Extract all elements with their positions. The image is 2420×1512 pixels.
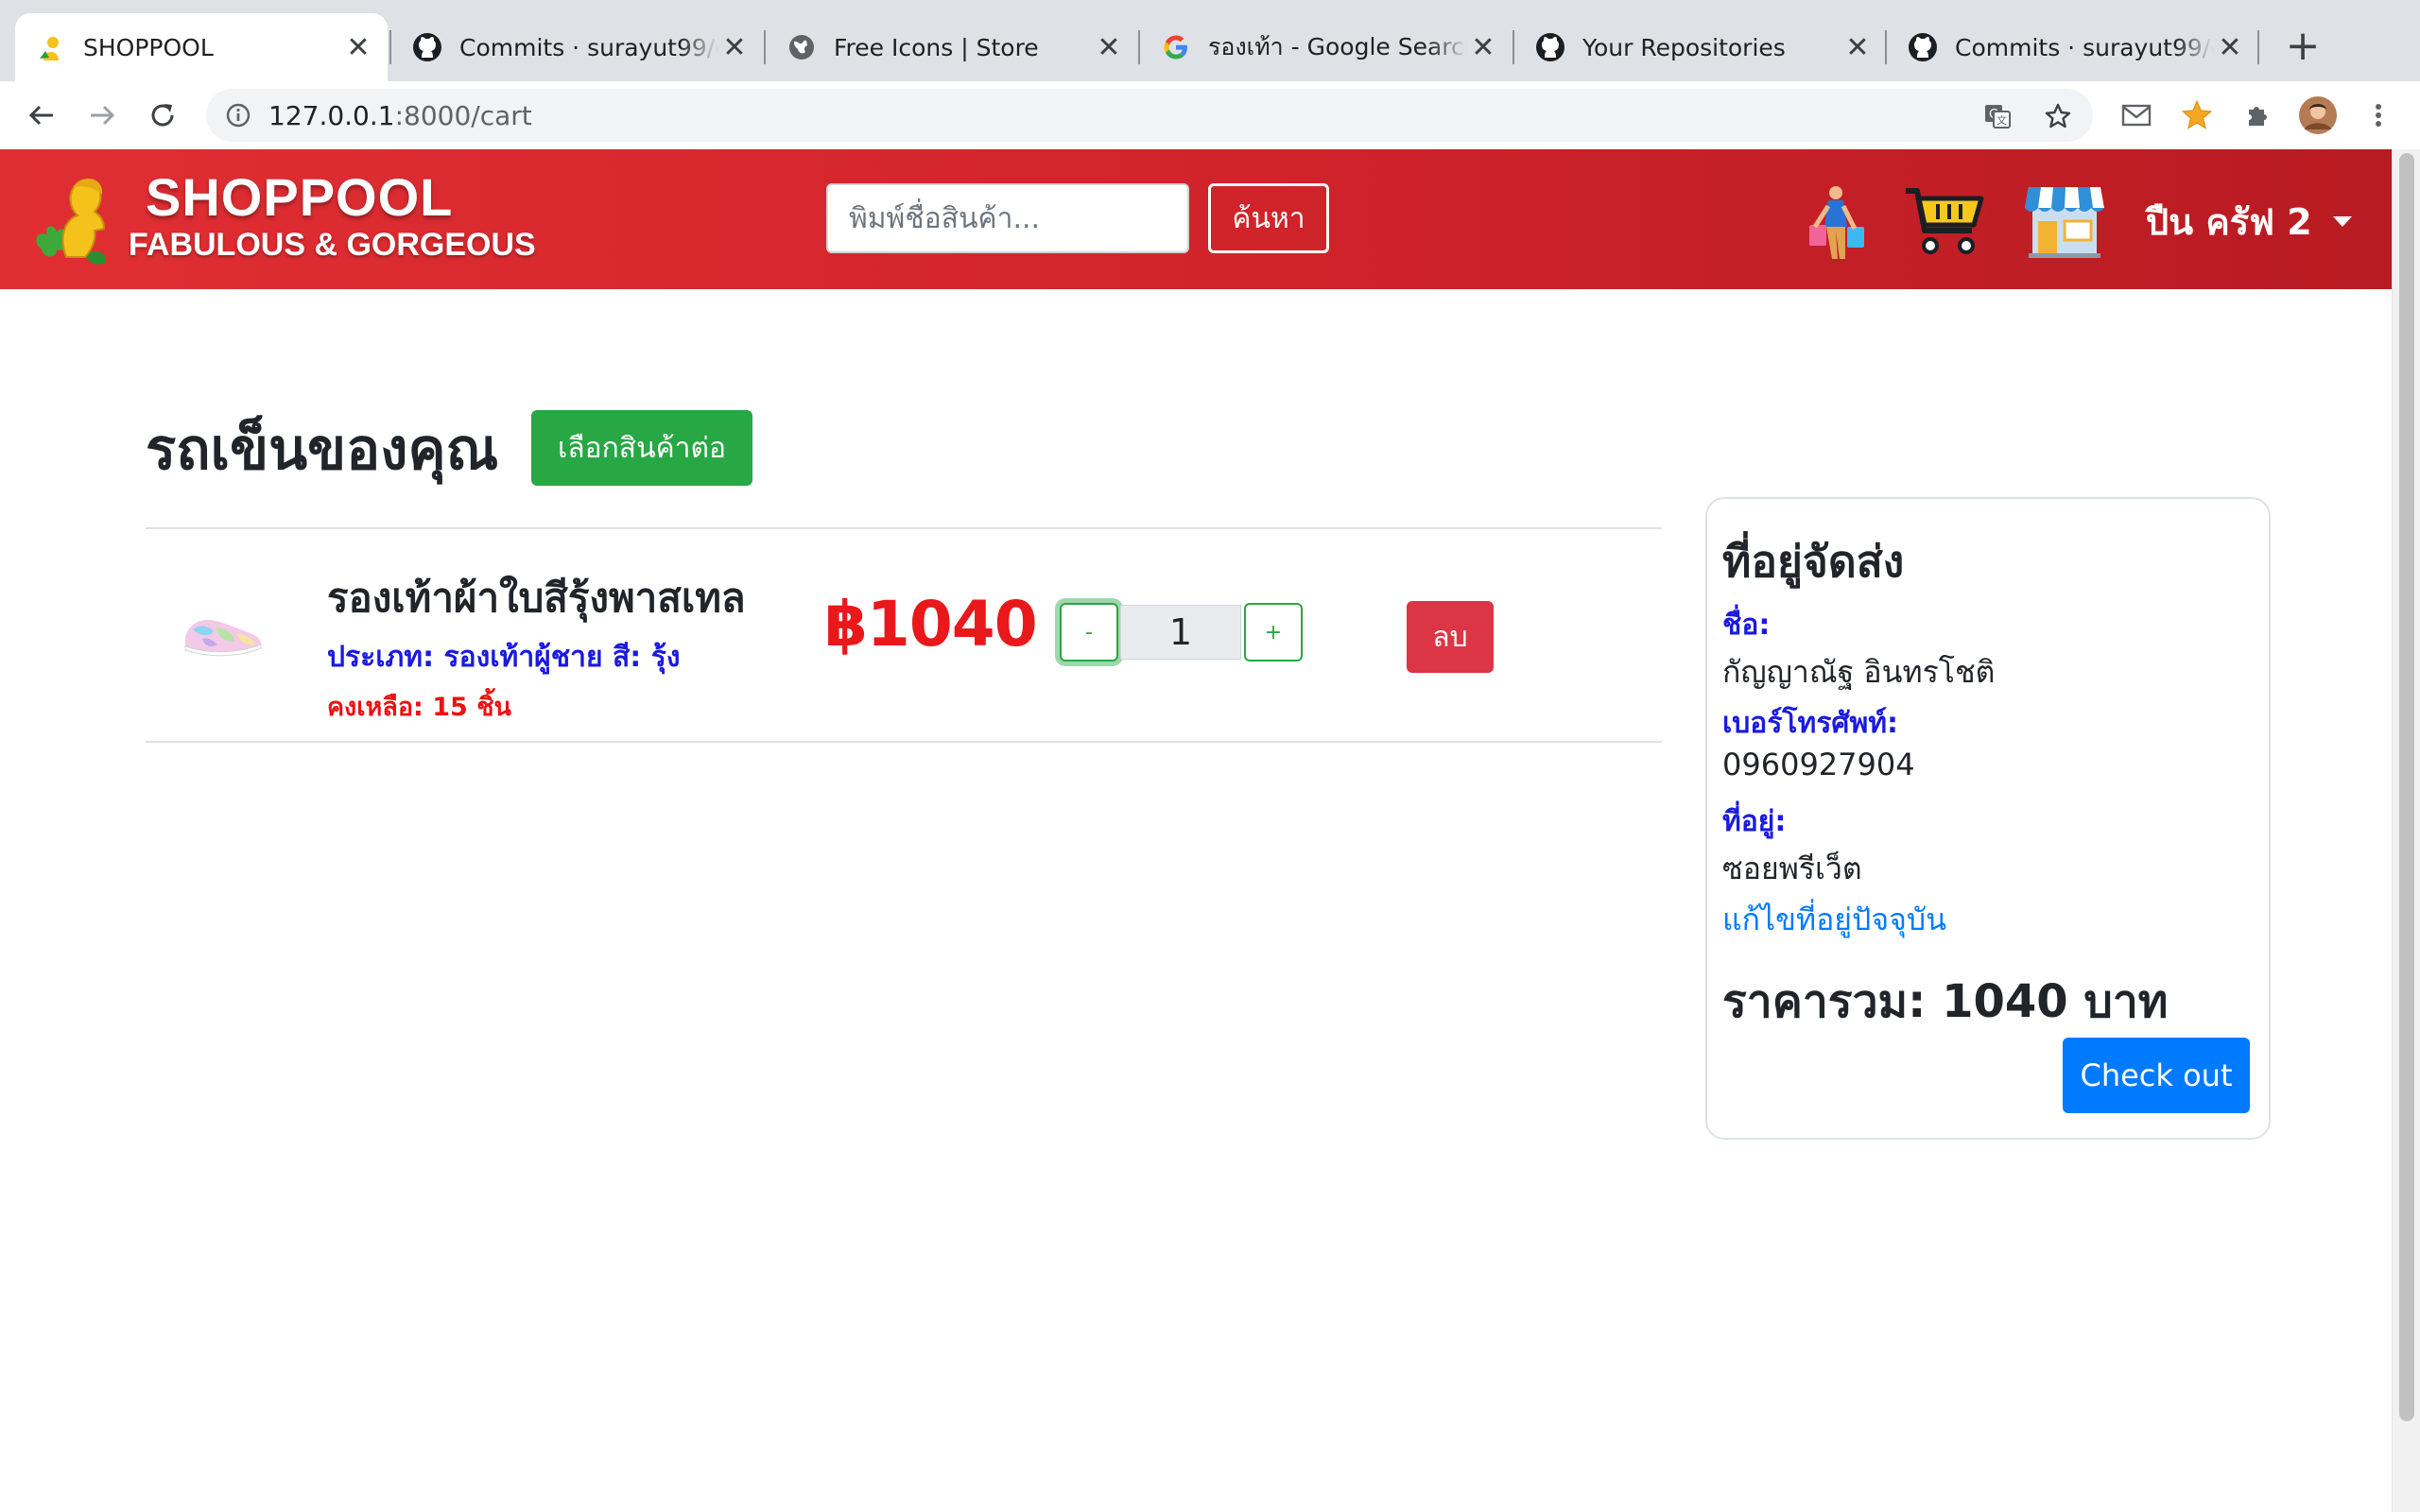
tab-title: Commits · surayut99/online <box>459 33 718 61</box>
store-icon[interactable] <box>2025 181 2104 263</box>
translate-icon[interactable]: G文 <box>1983 102 2012 134</box>
new-tab-button[interactable]: + <box>2278 23 2327 72</box>
tab-title: SHOPPOOL <box>83 33 214 61</box>
github-icon <box>1908 32 1938 62</box>
url-path: :8000/cart <box>394 100 532 131</box>
quantity-decrease-button[interactable]: - <box>1060 603 1118 662</box>
forward-arrow-icon <box>91 105 115 126</box>
address-bar[interactable]: 127.0.0.1:8000/cart G文 <box>206 89 2093 142</box>
product-price: ฿1040 <box>824 588 1038 661</box>
phone-label: เบอร์โทรศัพท์: <box>1722 707 1899 740</box>
shopper-icon[interactable] <box>1804 183 1870 266</box>
quantity-increase-button[interactable]: + <box>1244 603 1303 662</box>
address-label: ที่อยู่: <box>1722 805 1787 838</box>
product-name[interactable]: รองเท้าผ้าใบสีรุ้งพาสเทล <box>327 567 781 629</box>
shoppool-favicon-icon <box>36 32 66 62</box>
mail-extension-icon[interactable] <box>2116 94 2157 136</box>
globe-icon <box>786 32 817 62</box>
site-info-icon[interactable] <box>225 102 251 132</box>
address-text: ซอยพรีเว็ต <box>1722 850 1862 886</box>
user-dropdown[interactable]: ปืน ครัฟ 2 <box>2146 193 2352 250</box>
tab-separator <box>2257 30 2259 64</box>
cart-divider <box>146 527 1662 529</box>
close-tab-icon[interactable]: ✕ <box>1467 31 1499 64</box>
url-text: 127.0.0.1:8000/cart <box>268 100 532 131</box>
page-scrollbar[interactable] <box>2392 149 2420 1512</box>
chevron-down-icon <box>2332 216 2352 227</box>
continue-shopping-button[interactable]: เลือกสินค้าต่อ <box>531 410 752 486</box>
close-tab-icon[interactable]: ✕ <box>1841 31 1874 64</box>
reload-button[interactable] <box>142 94 183 136</box>
brand-name[interactable]: SHOPPOOL <box>146 166 453 228</box>
product-category-color: ประเภท: รองเท้าผู้ชาย สี: รุ้ง <box>327 641 681 674</box>
product-thumbnail[interactable] <box>180 597 265 667</box>
cart-divider <box>146 741 1662 743</box>
github-icon <box>412 32 442 62</box>
recipient-name-label: ชื่อ: <box>1722 609 1771 642</box>
edit-address-link[interactable]: แก้ไขที่อยู่ปัจจุบัน <box>1722 896 1946 944</box>
phone-number: 0960927904 <box>1722 747 1915 782</box>
back-arrow-icon <box>28 105 53 126</box>
shipping-summary-card: ที่อยู่จัดส่ง ชื่อ: กัญญาณัฐ อินทรโชติ เ… <box>1705 497 2271 1140</box>
remove-item-button[interactable]: ลบ <box>1407 601 1494 673</box>
product-stock: คงเหลือ: 15 ชิ้น <box>327 693 511 722</box>
google-icon <box>1161 32 1191 62</box>
reload-icon <box>151 104 174 127</box>
user-name: ปืน ครัฟ 2 <box>2146 201 2312 243</box>
browser-menu-icon[interactable] <box>2358 94 2399 136</box>
close-tab-icon[interactable]: ✕ <box>718 31 751 64</box>
forward-button[interactable] <box>81 94 123 136</box>
shoppool-logo-icon[interactable] <box>28 164 123 274</box>
tab-github-commits[interactable]: Commits · surayut99/online ✕ <box>391 13 764 81</box>
tab-your-repositories[interactable]: Your Repositories ✕ <box>1514 13 1887 81</box>
recipient-name: กัญญาณัฐ อินทรโชติ <box>1722 654 1996 690</box>
quantity-field[interactable]: 1 <box>1120 605 1241 660</box>
tab-github-commits-2[interactable]: Commits · surayut99/online ✕ <box>1887 13 2259 81</box>
cart-icon[interactable] <box>1904 185 1985 261</box>
extensions-puzzle-icon[interactable] <box>2237 94 2278 136</box>
close-tab-icon[interactable]: ✕ <box>342 31 374 64</box>
starred-extension-icon[interactable] <box>2176 94 2218 136</box>
tab-shoppool[interactable]: SHOPPOOL ✕ <box>15 13 388 81</box>
product-search-input[interactable] <box>826 183 1189 253</box>
tab-title: Free Icons | Store <box>834 33 1039 61</box>
url-host: 127.0.0.1 <box>268 100 395 131</box>
tab-google-search[interactable]: รองเท้า - Google Search ✕ <box>1140 13 1512 81</box>
github-icon <box>1535 32 1565 62</box>
tab-title: รองเท้า - Google Search <box>1208 33 1467 60</box>
bookmark-star-icon[interactable] <box>2044 102 2072 134</box>
back-button[interactable] <box>21 94 62 136</box>
tab-title: Your Repositories <box>1582 33 1786 61</box>
cart-heading: รถเข็นของคุณ <box>146 417 499 483</box>
search-button[interactable]: ค้นหา <box>1208 183 1329 253</box>
tab-free-icons[interactable]: Free Icons | Store ✕ <box>766 13 1138 81</box>
site-navbar: SHOPPOOL FABULOUS & GORGEOUS ค้นหา <box>0 149 2392 289</box>
close-tab-icon[interactable]: ✕ <box>1093 31 1125 64</box>
brand-tagline: FABULOUS & GORGEOUS <box>129 227 536 263</box>
tab-title: Commits · surayut99/online <box>1955 33 2214 61</box>
browser-tab-strip: SHOPPOOL ✕ Commits · surayut99/online ✕ … <box>0 0 2420 81</box>
svg-text:文: 文 <box>1996 113 2007 127</box>
profile-avatar[interactable] <box>2297 94 2339 136</box>
close-tab-icon[interactable]: ✕ <box>2214 31 2246 64</box>
order-total: ราคารวม: 1040 บาท <box>1722 975 2169 1028</box>
scrollbar-thumb[interactable] <box>2399 153 2414 1421</box>
shipping-title: ที่อยู่จัดส่ง <box>1722 536 1905 587</box>
checkout-button[interactable]: Check out <box>2063 1038 2250 1113</box>
browser-toolbar: 127.0.0.1:8000/cart G文 <box>0 81 2420 151</box>
